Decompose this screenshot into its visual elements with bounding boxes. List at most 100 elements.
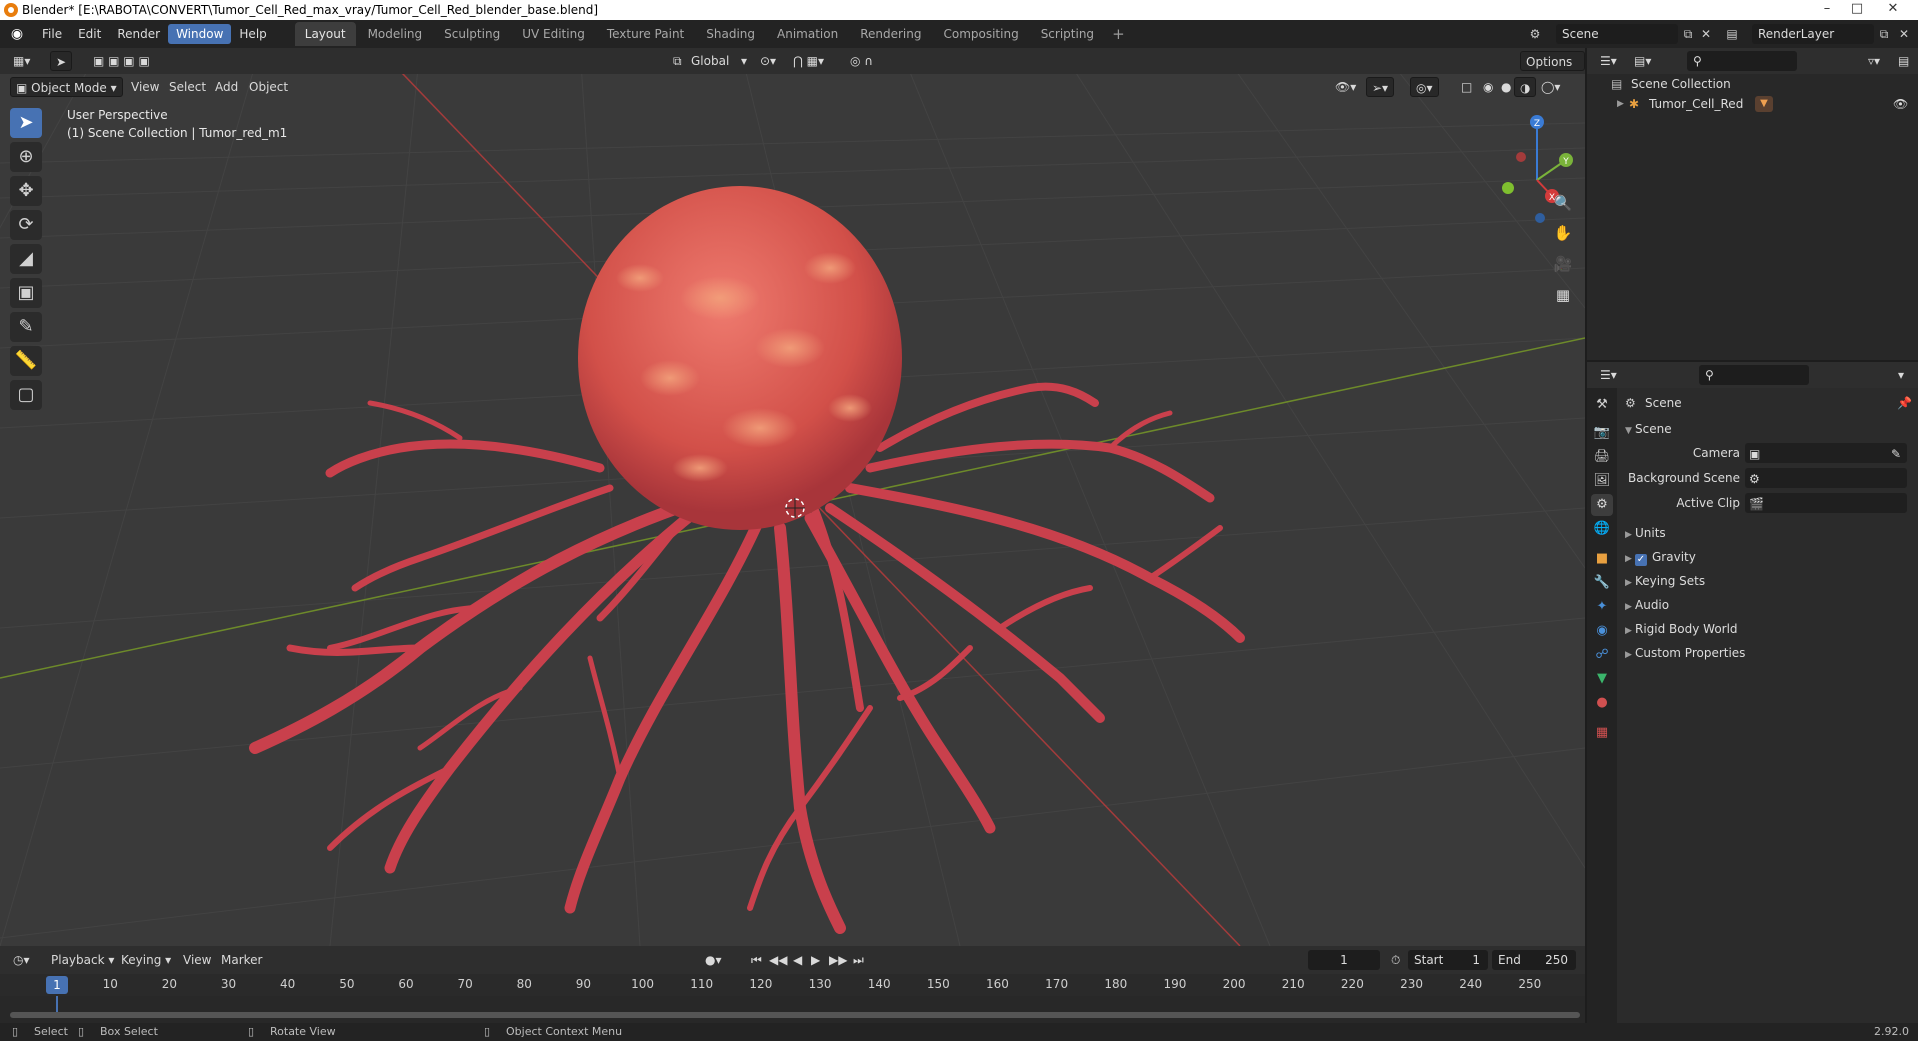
tab-modeling[interactable]: Modeling [358, 22, 433, 46]
timeline-scrollbar[interactable] [10, 1012, 1580, 1018]
zoom-icon[interactable]: 🔍 [1550, 190, 1576, 216]
tab-texture-paint[interactable]: Texture Paint [597, 22, 694, 46]
panel-rigid-body-world[interactable]: ▶ Rigid Body World [1617, 618, 1918, 640]
pivot-point-icon[interactable]: ⊙▾ [755, 51, 781, 71]
background-scene-field[interactable]: ⚙ [1745, 468, 1907, 488]
render-tab-icon[interactable]: 📷 [1591, 422, 1613, 444]
panel-keying-sets[interactable]: ▶ Keying Sets [1617, 570, 1918, 592]
tab-shading[interactable]: Shading [696, 22, 765, 46]
move-tool[interactable]: ✥ [10, 176, 42, 206]
material-tab-icon[interactable]: ● [1591, 692, 1613, 714]
particles-tab-icon[interactable]: ✦ [1591, 596, 1613, 618]
scene-browse-icon[interactable]: ⚙ [1525, 24, 1545, 44]
clock-icon[interactable]: ◷▾ [8, 950, 35, 970]
blender-menu-icon[interactable]: ◉ [8, 25, 26, 43]
tab-uv-editing[interactable]: UV Editing [512, 22, 595, 46]
cursor-tool[interactable]: ⊕ [10, 142, 42, 172]
menu-marker[interactable]: Marker [216, 950, 267, 970]
options-dropdown[interactable]: Options ▾ [1520, 51, 1585, 89]
gizmo-toggle-icon[interactable]: ➢▾ [1366, 77, 1395, 97]
remove-scene-icon[interactable]: ✕ [1696, 24, 1716, 44]
panel-gravity[interactable]: ▶ ✓ Gravity [1617, 546, 1918, 568]
menu-edit[interactable]: Edit [70, 24, 109, 44]
select-box-tool[interactable]: ➤ [10, 108, 42, 138]
outliner-editor-type-icon[interactable]: ☰▾ [1595, 51, 1622, 71]
object-mode-dropdown[interactable]: ▣ Object Mode ▾ [10, 77, 123, 97]
maximize-button[interactable]: □ [1842, 0, 1872, 20]
close-window-button[interactable]: ✕ [1878, 0, 1908, 20]
tab-compositing[interactable]: Compositing [933, 22, 1028, 46]
data-tab-icon[interactable]: ▼ [1591, 668, 1613, 690]
scene-field[interactable]: Scene [1556, 24, 1678, 44]
expand-arrow-icon[interactable]: ▶ [1617, 94, 1624, 114]
tumor-cell-body[interactable] [578, 186, 902, 530]
menu-window[interactable]: Window [168, 24, 232, 44]
tab-rendering[interactable]: Rendering [850, 22, 931, 46]
select-tool-icon[interactable]: ➤ [50, 51, 73, 71]
record-icon[interactable]: ●▾ [700, 950, 727, 970]
proportional-edit-icon[interactable]: ◎ ∩ [845, 51, 878, 71]
new-scene-icon[interactable]: ⧉ [1678, 24, 1698, 44]
outliner-search-input[interactable]: ⚲ [1687, 51, 1797, 71]
constraints-tab-icon[interactable]: ☍ [1591, 644, 1613, 666]
panel-audio[interactable]: ▶ Audio [1617, 594, 1918, 616]
menu-help[interactable]: Help [231, 24, 274, 44]
end-frame-field[interactable]: End 250 [1492, 950, 1576, 970]
current-frame-marker[interactable]: 1 [46, 976, 68, 994]
annotate-tool[interactable]: ✎ [10, 312, 42, 342]
remove-renderlayer-icon[interactable]: ✕ [1894, 24, 1914, 44]
play-icon[interactable]: ▶ [806, 950, 825, 970]
snap-icon[interactable]: ⋂ ▦▾ [788, 51, 829, 71]
jump-end-icon[interactable]: ⏭ [848, 950, 869, 970]
measure-tool[interactable]: 📏 [10, 346, 42, 376]
active-clip-field[interactable]: 🎬 [1745, 493, 1907, 513]
menu-playback[interactable]: Playback ▾ [46, 950, 119, 970]
play-reverse-icon[interactable]: ◀ [788, 950, 807, 970]
visibility-icon[interactable]: 👁▾ [1330, 77, 1361, 97]
gravity-checkbox[interactable]: ✓ [1635, 554, 1647, 566]
panel-units[interactable]: ▶ Units [1617, 522, 1918, 544]
panel-custom-properties[interactable]: ▶ Custom Properties [1617, 642, 1918, 664]
pin-icon[interactable]: 📌 [1897, 392, 1912, 414]
rotate-tool[interactable]: ⟳ [10, 210, 42, 240]
ortho-toggle-icon[interactable]: ▦ [1550, 282, 1576, 308]
filter-icon[interactable]: ▿▾ [1863, 51, 1885, 71]
pan-hand-icon[interactable]: ✋ [1550, 220, 1576, 246]
new-collection-icon[interactable]: ▤ [1893, 51, 1914, 71]
viewport-scene[interactable]: Z Y X [0, 48, 1585, 946]
tab-animation[interactable]: Animation [767, 22, 848, 46]
stopwatch-icon[interactable]: ⏱ [1386, 950, 1405, 970]
physics-tab-icon[interactable]: ◉ [1591, 620, 1613, 642]
selection-mode-icons[interactable]: ▣ ▣ ▣ ▣ [88, 51, 155, 71]
menu-timeline-view[interactable]: View [178, 950, 216, 970]
transform-tool[interactable]: ▣ [10, 278, 42, 308]
world-tab-icon[interactable]: 🌐 [1591, 518, 1613, 540]
menu-object[interactable]: Object [244, 77, 293, 97]
visibility-eye-icon[interactable]: 👁 [1893, 94, 1908, 114]
display-mode-icon[interactable]: ▤▾ [1629, 51, 1656, 71]
shading-material-icon[interactable]: ◑ [1514, 77, 1537, 97]
new-renderlayer-icon[interactable]: ⧉ [1874, 24, 1894, 44]
renderlayer-field[interactable]: RenderLayer [1752, 24, 1874, 44]
tool-tab-icon[interactable]: ⚒ [1591, 394, 1613, 416]
tab-layout[interactable]: Layout [294, 22, 356, 46]
timeline-ruler[interactable]: 1 10 20 30 40 50 60 70 80 90 100 110 120 130 140 150 160… [0, 974, 1585, 996]
properties-search-input[interactable]: ⚲ [1699, 365, 1809, 385]
texture-tab-icon[interactable]: ▦ [1591, 722, 1613, 744]
outliner-row-scene-collection[interactable]: ▤ Scene Collection [1587, 74, 1918, 94]
chevron-down-icon[interactable]: ▾ [1893, 365, 1909, 385]
output-tab-icon[interactable]: 🖨 [1591, 446, 1613, 468]
editor-type-icon[interactable]: ▦▾ [8, 51, 35, 71]
menu-add[interactable]: Add [210, 77, 243, 97]
transform-orientation-dropdown[interactable]: Global [686, 51, 734, 71]
overlays-toggle-icon[interactable]: ◎▾ [1410, 77, 1439, 97]
shading-rendered-icon[interactable]: ◯▾ [1536, 77, 1565, 97]
camera-field[interactable]: ▣ ✎ [1745, 443, 1907, 463]
menu-view[interactable]: View [126, 77, 164, 97]
start-frame-field[interactable]: Start 1 [1408, 950, 1488, 970]
scale-tool[interactable]: ◢ [10, 244, 42, 274]
add-workspace-button[interactable]: + [1104, 25, 1133, 43]
current-frame-field[interactable]: 1 [1308, 950, 1380, 970]
modifier-tab-icon[interactable]: 🔧 [1591, 572, 1613, 594]
view-layer-tab-icon[interactable]: 🖼 [1591, 470, 1613, 492]
